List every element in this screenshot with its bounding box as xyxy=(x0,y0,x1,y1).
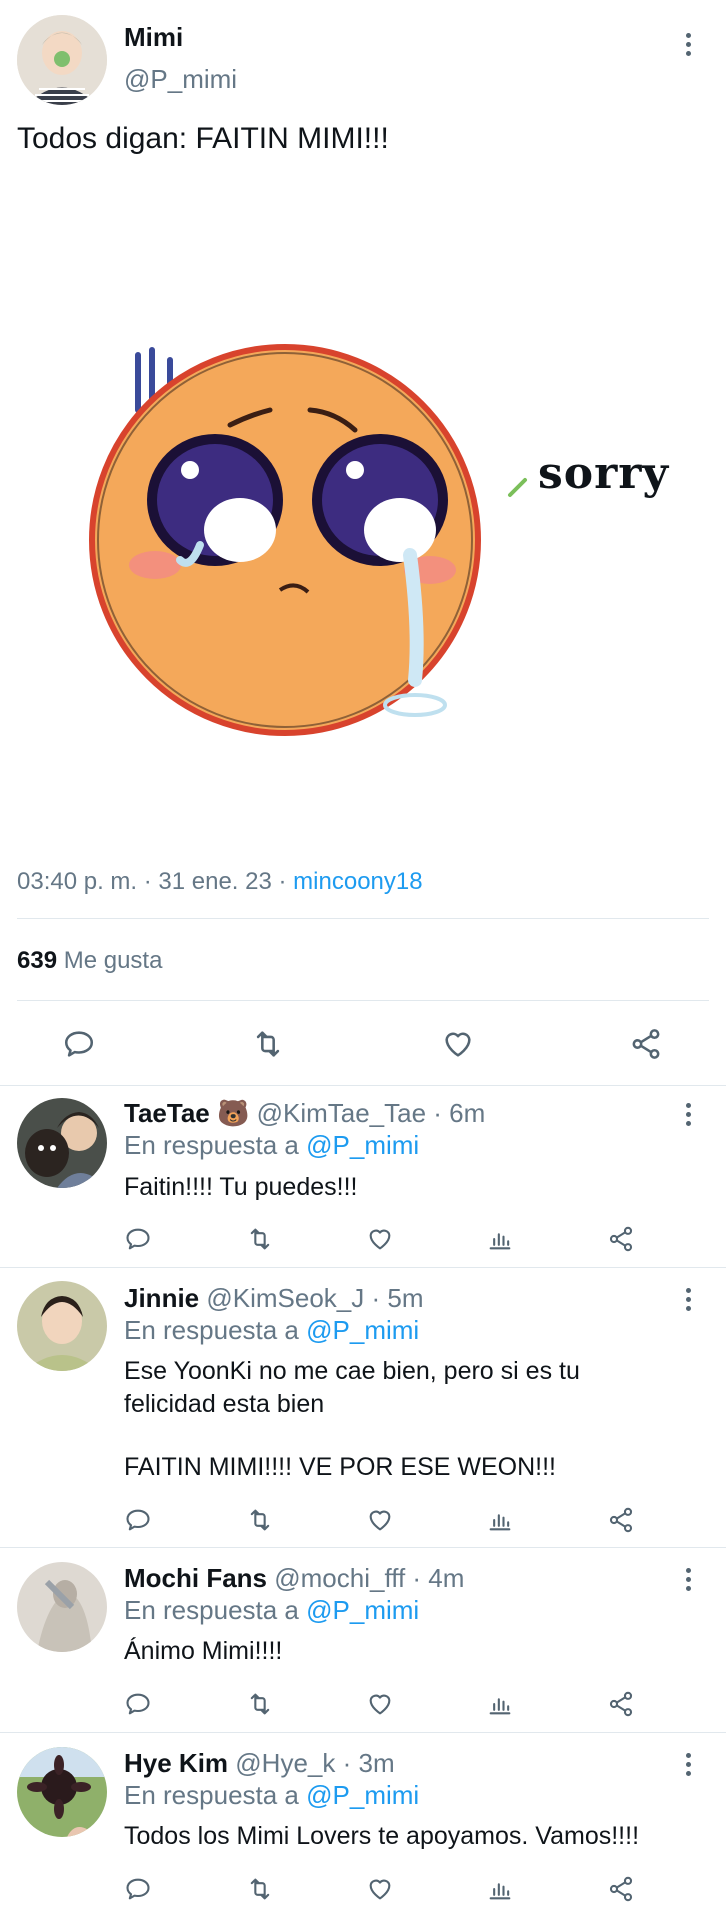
reply-context: En respuesta a xyxy=(124,1780,307,1810)
reply-icon[interactable] xyxy=(124,1875,152,1903)
retweet-icon[interactable] xyxy=(245,1225,275,1253)
retweet-icon[interactable] xyxy=(250,1027,286,1061)
reply-to-link[interactable]: @P_mimi xyxy=(306,1315,419,1345)
analytics-icon[interactable] xyxy=(486,1506,514,1534)
heart-icon[interactable] xyxy=(365,1875,395,1903)
heart-icon[interactable] xyxy=(440,1027,476,1061)
analytics-icon[interactable] xyxy=(486,1875,514,1903)
avatar[interactable] xyxy=(17,1281,107,1371)
reply-time: · 6m xyxy=(426,1098,486,1128)
reply-display-name[interactable]: TaeTae 🐻 xyxy=(124,1098,249,1128)
reply-handle[interactable]: @KimSeok_J xyxy=(206,1283,364,1313)
reply-icon[interactable] xyxy=(124,1690,152,1718)
analytics-icon[interactable] xyxy=(486,1690,514,1718)
more-options-icon[interactable] xyxy=(685,1753,691,1776)
reply-time: · 5m xyxy=(364,1283,424,1313)
reply-text: FAITIN MIMI!!!! VE POR ESE WEON!!! xyxy=(124,1453,556,1481)
reply-to-link[interactable]: @P_mimi xyxy=(306,1595,419,1625)
retweet-icon[interactable] xyxy=(245,1875,275,1903)
reply-display-name[interactable]: Hye Kim xyxy=(124,1748,228,1778)
more-options-icon[interactable] xyxy=(685,1288,691,1311)
heart-icon[interactable] xyxy=(365,1506,395,1534)
reply-display-name[interactable]: Jinnie xyxy=(124,1283,199,1313)
heart-icon[interactable] xyxy=(365,1225,395,1253)
analytics-icon[interactable] xyxy=(486,1225,514,1253)
reply-display-name[interactable]: Mochi Fans xyxy=(124,1563,267,1593)
reply-handle[interactable]: @KimTae_Tae xyxy=(257,1098,426,1128)
image-caption: sorry xyxy=(538,448,670,499)
avatar[interactable] xyxy=(17,1562,107,1652)
handle[interactable]: @P_mimi xyxy=(124,64,237,95)
retweet-icon[interactable] xyxy=(245,1690,275,1718)
reply-to-link[interactable]: @P_mimi xyxy=(306,1780,419,1810)
reply-text: Ese YoonKi no me cae bien, pero si es tu xyxy=(124,1357,580,1385)
more-options-icon[interactable] xyxy=(685,1568,691,1591)
more-options-icon[interactable] xyxy=(685,33,691,56)
reply-context: En respuesta a xyxy=(124,1595,307,1625)
reply-time: · 3m xyxy=(335,1748,395,1778)
avatar[interactable] xyxy=(17,1098,107,1188)
reply-icon[interactable] xyxy=(124,1506,152,1534)
reply-text: Todos los Mimi Lovers te apoyamos. Vamos… xyxy=(124,1822,640,1850)
reply-icon[interactable] xyxy=(62,1027,96,1061)
more-options-icon[interactable] xyxy=(685,1103,691,1126)
share-icon[interactable] xyxy=(606,1690,636,1718)
reply-text: Ánimo Mimi!!!! xyxy=(124,1637,283,1665)
reply-to-link[interactable]: @P_mimi xyxy=(306,1130,419,1160)
reply-text: Faitin!!!! Tu puedes!!! xyxy=(124,1173,358,1201)
reply-handle[interactable]: @mochi_fff xyxy=(274,1563,405,1593)
tweet-timestamp: 03:40 p. m. · 31 ene. 23 · xyxy=(17,868,294,895)
retweet-icon[interactable] xyxy=(245,1506,275,1534)
tweet-image[interactable]: sorry xyxy=(80,330,700,750)
reply-context: En respuesta a xyxy=(124,1315,307,1345)
reply-time: · 4m xyxy=(405,1563,465,1593)
tweet-source-link[interactable]: mincoony18 xyxy=(293,868,422,895)
likes-count[interactable]: 639 xyxy=(17,947,57,974)
tweet-text: Todos digan: FAITIN MIMI!!! xyxy=(17,122,389,155)
reply-icon[interactable] xyxy=(124,1225,152,1253)
display-name[interactable]: Mimi xyxy=(124,22,183,53)
share-icon[interactable] xyxy=(606,1506,636,1534)
reply-context: En respuesta a xyxy=(124,1130,307,1160)
share-icon[interactable] xyxy=(628,1027,664,1061)
share-icon[interactable] xyxy=(606,1875,636,1903)
share-icon[interactable] xyxy=(606,1225,636,1253)
likes-label[interactable]: Me gusta xyxy=(57,947,163,974)
reply-handle[interactable]: @Hye_k xyxy=(235,1748,335,1778)
avatar[interactable] xyxy=(17,1747,107,1837)
avatar[interactable] xyxy=(17,15,107,105)
heart-icon[interactable] xyxy=(365,1690,395,1718)
reply-text: felicidad esta bien xyxy=(124,1390,325,1418)
